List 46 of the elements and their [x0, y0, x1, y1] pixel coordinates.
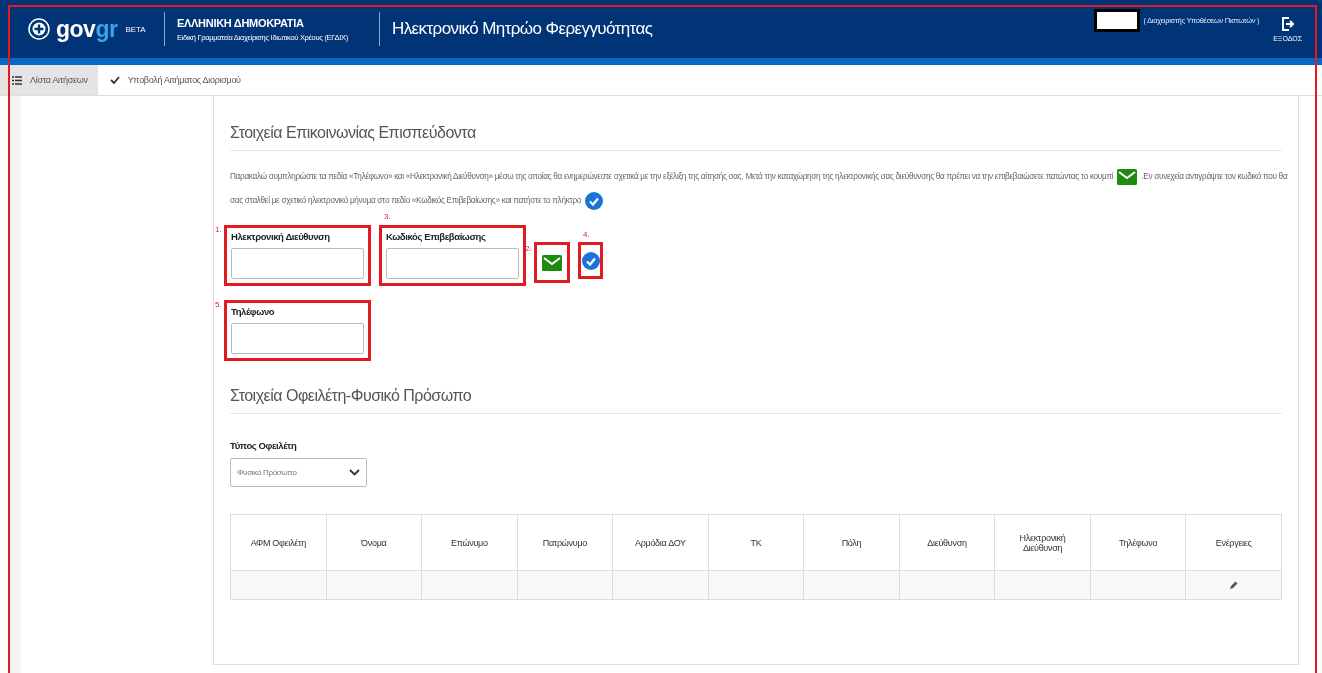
column-header: ΑΦΜ Οφειλέτη	[230, 514, 327, 571]
chevron-down-icon	[349, 469, 360, 476]
instructions-text: .Εν συνεχεία αντιγράψτε τον κωδικό που θα	[1141, 172, 1288, 181]
field-label: Τύπος Οφειλέτη	[230, 440, 298, 451]
emblem-icon	[28, 18, 50, 40]
instructions-text: Παρακαλώ συμπληρώστε τα πεδία «Τηλέφωνο» και «Ηλεκτρονική Διεύθυνση» μέσω της οποίας θα ενημερώνεστε σχετικά με την εξέλιξη της αίτησής σας. Μετά την καταχώρηση της ηλεκτρονικής σας διεύθυνσης θα πρέπει να την επιβεβαιώσετε πατώντας το κουμπί	[230, 172, 1114, 181]
app-title: Ηλεκτρονικό Μητρώο Φερεγγυότητας	[392, 19, 654, 39]
column-header: Διεύθυνση	[899, 514, 995, 571]
logout-icon	[1280, 16, 1295, 31]
check-circle-icon	[581, 251, 600, 270]
envelope-icon	[1117, 168, 1138, 185]
nav-tab[interactable]: Λίστα Αιτήσεων	[0, 65, 98, 95]
send-code-button[interactable]	[534, 242, 570, 283]
envelope-icon	[542, 254, 562, 271]
column-header: Επώνυμο	[421, 514, 518, 571]
edit-icon[interactable]	[1229, 581, 1239, 590]
redacted-name	[1093, 8, 1140, 32]
annotation-number: 1.	[215, 225, 222, 234]
check-circle-icon	[585, 191, 603, 210]
field-label: Κωδικός Επιβεβαίωσης	[386, 231, 487, 242]
annotation-number: 5.	[215, 300, 222, 309]
instructions-text: σας σταλθεί με σχετικό ηλεκτρονικό μήνυμα στο πεδίο «Κωδικός Επιβεβαίωσης» και πατήστε το πλήκτρο	[230, 196, 581, 205]
menu-icon	[12, 75, 22, 85]
column-header: Πόλη	[803, 514, 900, 571]
input-field[interactable]	[231, 323, 364, 354]
org-title: ΕΛΛΗΝΙΚΗ ΔΗΜΟΚΡΑΤΙΑ	[177, 16, 305, 29]
column-header: ΤΚ	[708, 514, 804, 571]
logo-text: govgr	[56, 15, 118, 43]
annotation-number: 4.	[583, 230, 590, 239]
column-header: Ενέργειες	[1185, 514, 1282, 571]
input-field[interactable]	[386, 248, 519, 279]
column-header: Ηλεκτρονική Διεύθυνση	[994, 514, 1091, 571]
column-header: Αρμόδια ΔΟΥ	[612, 514, 709, 571]
field-label: Τηλέφωνο	[231, 306, 276, 317]
column-header: Πατρώνυμο	[517, 514, 613, 571]
input-field[interactable]	[231, 248, 364, 279]
column-header: Τηλέφωνο	[1090, 514, 1186, 571]
beta-label: BETA	[125, 24, 146, 34]
section-title: Στοιχεία Οφειλέτη-Φυσικό Πρόσωπο	[230, 387, 1282, 414]
checkmark-icon	[109, 76, 120, 84]
column-header: Όνομα	[326, 514, 422, 571]
annotation-number: 3.	[384, 212, 391, 221]
verify-button[interactable]	[578, 242, 603, 279]
field-label: Ηλεκτρονική Διεύθυνση	[231, 231, 331, 242]
debtor-type-dropdown[interactable]: Φυσικό Πρόσωπο	[230, 458, 367, 487]
section-title: Στοιχεία Επικοινωνίας Επισπεύδοντα	[230, 124, 1282, 151]
